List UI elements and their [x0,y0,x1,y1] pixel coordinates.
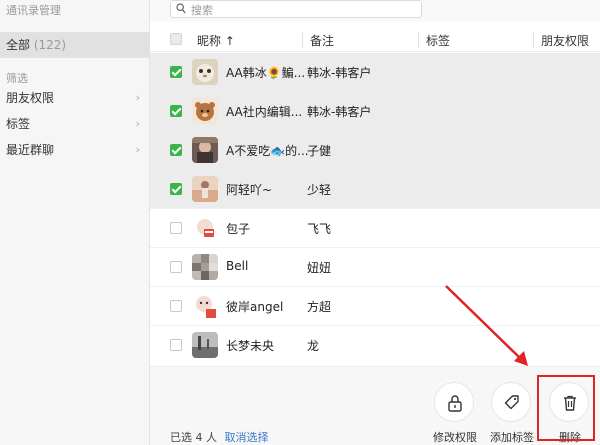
column-tags: 标签 [426,34,451,48]
sidebar-item-friend-permission[interactable]: 朋友权限 › [0,85,150,111]
avatar [192,215,218,241]
add-tag-circle [491,382,531,422]
column-remark: 备注 [310,34,335,48]
contact-name: 包子 [226,222,251,236]
avatar [192,254,218,280]
modify-permission-circle [434,382,474,422]
contact-remark: 妞妞 [307,261,332,275]
top-bar: 搜索 [150,0,600,22]
table-row[interactable]: 长梦未央 龙 [150,326,600,365]
avatar [192,176,218,202]
contact-name: 彼岸angel [226,300,284,314]
contact-name: 阿轻吖~ [226,183,273,197]
sidebar: 通讯录管理 全部 (122) 筛选 朋友权限 › 标签 › 最近群聊 › [0,0,150,445]
row-checkbox[interactable] [170,339,182,354]
sidebar-item-all-label: 全部 [6,38,31,52]
table-row[interactable]: 阿轻吖~ 少轻 [150,170,600,209]
table-row[interactable]: Bell 妞妞 [150,248,600,287]
table-row[interactable]: AA韩冰🌻鳊... 韩冰-韩客户 [150,53,600,92]
contact-name: AA社内编辑... [226,105,303,119]
row-checkbox[interactable] [170,222,182,237]
search-icon [176,3,186,14]
sidebar-item-label: 标签 [6,117,31,131]
action-bar: 已选 4 人 取消选择 修改权限 添加标签 删除 [150,366,600,445]
avatar [192,332,218,358]
sidebar-item-recent-groups[interactable]: 最近群聊 › [0,137,150,163]
table-header: 昵称 ↑ 备注 标签 朋友权限 [150,28,600,52]
delete-highlight-box [537,375,595,441]
table-row[interactable]: 彼岸angel 方超 [150,287,600,326]
row-checkbox[interactable] [170,261,182,276]
add-tag-button[interactable]: 添加标签 [483,382,543,445]
select-all-checkbox[interactable] [170,33,182,48]
contact-remark: 子健 [307,144,332,158]
contact-name: AA韩冰🌻鳊... [226,66,306,80]
avatar [192,137,218,163]
lock-icon [448,395,462,412]
sidebar-item-all[interactable]: 全部 (122) [0,32,150,58]
contact-remark: 方超 [307,300,332,314]
table-row[interactable]: 包子 飞飞 [150,209,600,248]
row-checkbox[interactable] [170,144,182,159]
column-divider [418,32,419,48]
tag-icon [504,395,519,410]
selected-count: 4 [195,431,203,444]
sidebar-item-all-count: (122) [33,38,67,52]
contact-remark: 韩冰-韩客户 [307,66,372,80]
chevron-right-icon: › [135,117,140,130]
column-friend-permission: 朋友权限 [541,34,590,48]
contact-name: Bell [226,259,249,273]
contact-name: A不爱吃🐟的... [226,144,309,158]
selection-summary: 已选 4 人 取消选择 [170,429,269,445]
selected-prefix: 已选 [170,431,192,444]
column-nickname[interactable]: 昵称 ↑ [197,32,235,49]
table-row[interactable]: A不爱吃🐟的... 子健 [150,131,600,170]
row-checkbox[interactable] [170,105,182,120]
contact-remark: 韩冰-韩客户 [307,105,372,119]
main-panel: 搜索 昵称 ↑ 备注 标签 朋友权限 AA韩冰🌻鳊... 韩冰-韩客户 AA社内… [150,0,600,445]
row-checkbox[interactable] [170,183,182,198]
sidebar-item-label: 朋友权限 [6,91,55,105]
contact-remark: 少轻 [307,183,332,197]
cancel-selection-link[interactable]: 取消选择 [225,431,269,444]
selected-unit: 人 [206,431,217,444]
search-placeholder: 搜索 [191,4,213,17]
column-divider [302,32,303,48]
table-row[interactable]: AA社内编辑... 韩冰-韩客户 [150,92,600,131]
avatar [192,293,218,319]
sidebar-item-tags[interactable]: 标签 › [0,111,150,137]
search-input[interactable]: 搜索 [170,0,422,18]
chevron-right-icon: › [135,143,140,156]
contact-remark: 龙 [307,339,320,353]
row-checkbox[interactable] [170,66,182,81]
row-checkbox[interactable] [170,300,182,315]
sidebar-title: 通讯录管理 [6,4,61,17]
avatar [192,59,218,85]
contact-name: 长梦未央 [226,339,275,353]
filter-section-title: 筛选 [6,72,28,85]
column-divider [533,32,534,48]
sidebar-item-label: 最近群聊 [6,143,55,157]
chevron-right-icon: › [135,91,140,104]
contact-remark: 飞飞 [307,222,332,236]
avatar [192,98,218,124]
